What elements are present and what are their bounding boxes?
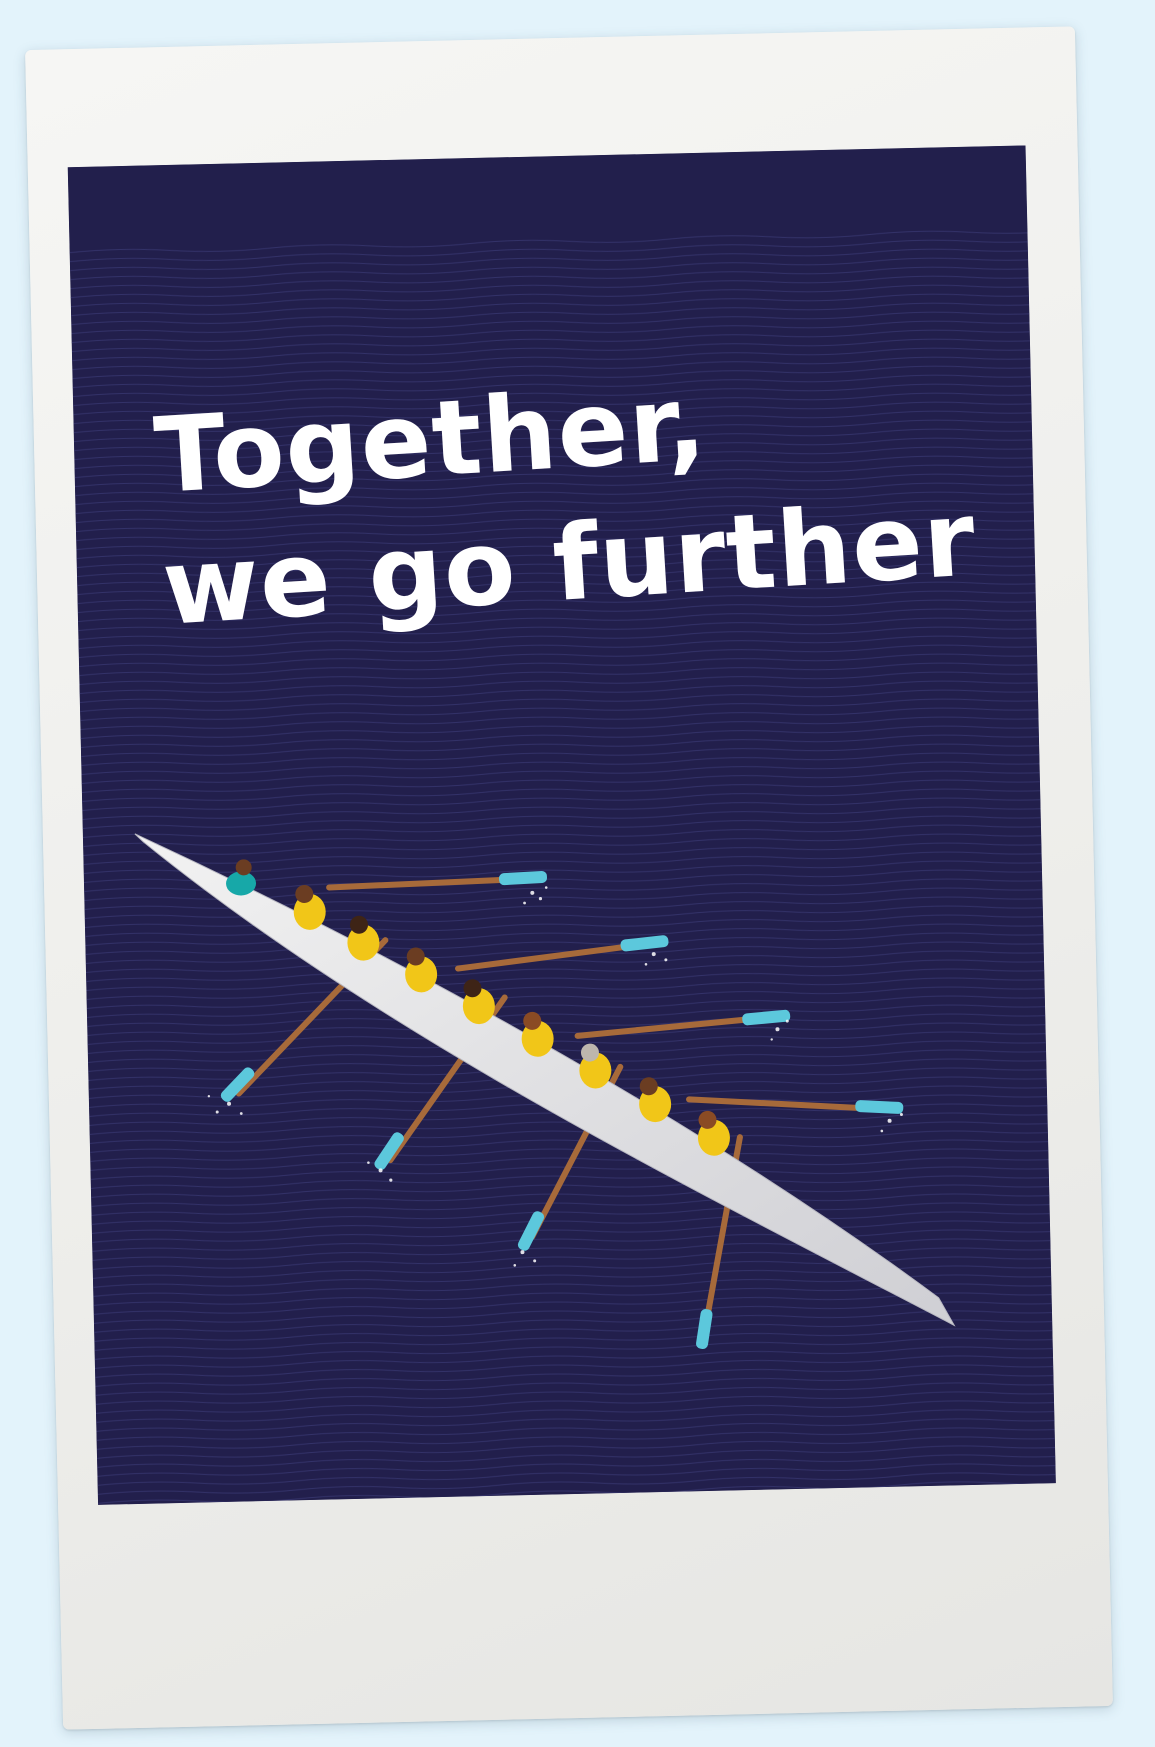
instant-photo-frame: Together, we go further — [25, 26, 1113, 1730]
poster: Together, we go further — [67, 145, 1056, 1505]
poster-headline: Together, we go further — [151, 341, 980, 654]
oar-blade — [855, 1100, 904, 1114]
